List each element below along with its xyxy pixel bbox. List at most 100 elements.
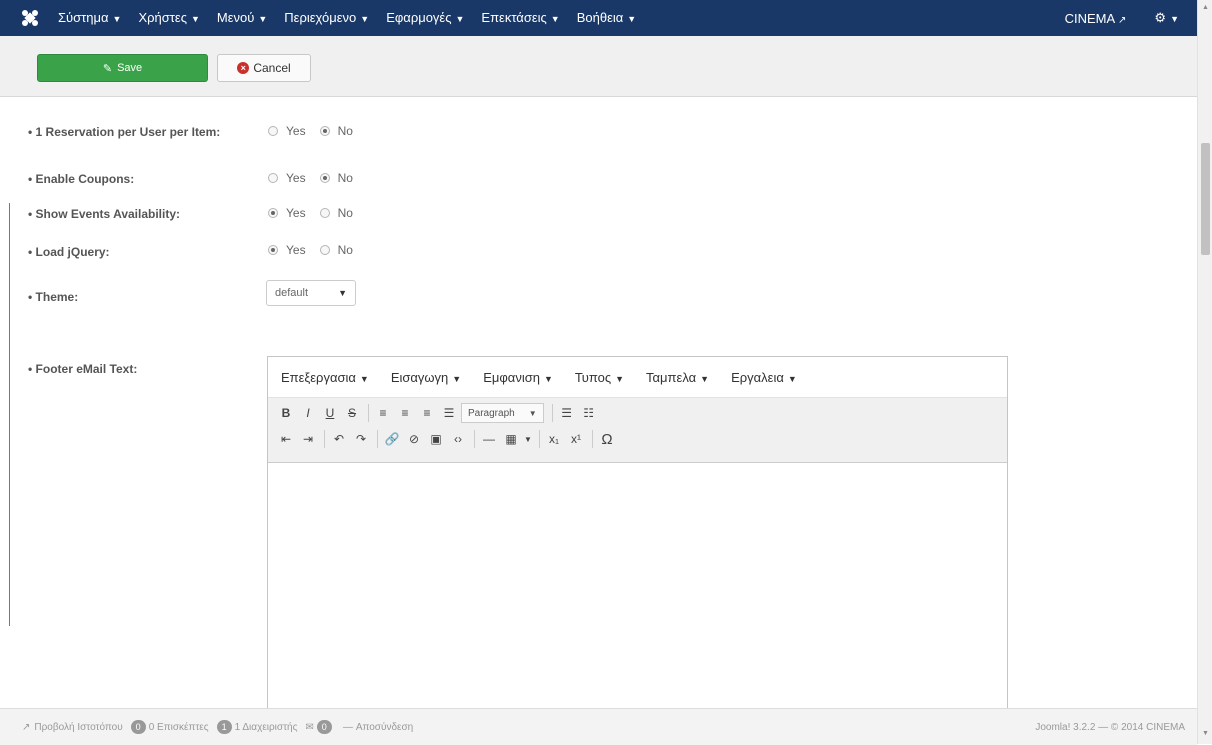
radio-yes[interactable] [268, 173, 278, 183]
admins-count: 1 1 Διαχειριστής [216, 720, 297, 734]
unlink-icon[interactable]: ⊘ [404, 429, 424, 449]
editor-content-area[interactable] [268, 463, 1007, 713]
caret-down-icon[interactable]: ▼ [523, 429, 533, 449]
redo-icon[interactable]: ↷ [351, 429, 371, 449]
version-info: Joomla! 3.2.2 — © 2014 CINEMA [1035, 721, 1185, 733]
align-justify-icon[interactable]: ☰ [439, 403, 459, 423]
visitors-count: 0 0 Επισκέπτες [130, 720, 209, 734]
image-icon[interactable]: ▣ [426, 429, 446, 449]
save-button[interactable]: ✎ Save [37, 54, 208, 82]
scroll-thumb[interactable] [1201, 143, 1210, 255]
caret-down-icon: ▼ [452, 373, 462, 384]
undo-icon[interactable]: ↶ [329, 429, 349, 449]
editor-toolbar: B I U S ≡ ≡ ≡ ☰ Paragraph ▼ ☰ ☷ ⇤ ⇥ ↶ ↷ 🔗… [268, 397, 1007, 463]
top-navbar: Σύστημα ▼ Χρήστες ▼ Μενού ▼ Περιεχόμενο ▼ Εφ… [0, 0, 1197, 36]
caret-down-icon: ▼ [550, 14, 560, 24]
subscript-icon[interactable]: x₁ [544, 429, 564, 449]
toolbar-separator [474, 430, 475, 448]
cancel-icon: × [237, 62, 250, 74]
caret-down-icon: ▼ [360, 14, 370, 24]
underline-icon[interactable]: U [320, 403, 340, 423]
site-link[interactable]: CINEMA ↗ [1065, 11, 1127, 26]
caret-down-icon: ▼ [190, 14, 200, 24]
radio-yes[interactable] [268, 208, 278, 218]
menu-content[interactable]: Περιεχόμενο ▼ [284, 0, 369, 36]
messages-link[interactable]: ✉ 0 [305, 720, 334, 734]
joomla-icon[interactable] [20, 8, 40, 28]
count-badge: 1 [216, 720, 232, 734]
caret-down-icon: ▼ [528, 408, 537, 418]
caret-down-icon: ▼ [700, 373, 710, 384]
radio-group-availability: Yes No [268, 206, 367, 220]
footer-email-editor: Επεξεργασια ▼ Εισαγωγη ▼ Εμφανιση ▼ Τυπος ▼ … [267, 356, 1008, 716]
menu-system[interactable]: Σύστημα ▼ [58, 0, 121, 36]
menu-components[interactable]: Εφαρμογές ▼ [386, 0, 464, 36]
scroll-up-icon[interactable]: ▲ [1202, 4, 1209, 11]
theme-select[interactable]: default ▼ [266, 280, 356, 306]
editor-menu-insert[interactable]: Εισαγωγη ▼ [391, 370, 461, 385]
indent-icon[interactable]: ⇥ [298, 429, 318, 449]
caret-down-icon: ▼ [455, 14, 465, 24]
caret-down-icon: ▼ [787, 373, 797, 384]
code-icon[interactable]: ‹› [448, 429, 468, 449]
toolbar-separator [592, 430, 593, 448]
count-badge: 0 [316, 720, 332, 734]
editor-menu-format[interactable]: Τυπος ▼ [575, 370, 624, 385]
radio-group-reservation: Yes No [268, 124, 367, 138]
caret-down-icon: ▼ [112, 14, 122, 24]
radio-yes[interactable] [268, 126, 278, 136]
menu-extensions[interactable]: Επεκτάσεις ▼ [481, 0, 559, 36]
align-left-icon[interactable]: ≡ [373, 403, 393, 423]
format-select[interactable]: Paragraph ▼ [461, 403, 544, 423]
editor-menu-tools[interactable]: Εργαλεια ▼ [731, 370, 797, 385]
caret-down-icon: ▼ [1170, 14, 1179, 24]
caret-down-icon: ▼ [258, 14, 268, 24]
settings-menu[interactable]: ⚙ ▼ [1154, 10, 1179, 26]
align-center-icon[interactable]: ≡ [395, 403, 415, 423]
superscript-icon[interactable]: x¹ [566, 429, 586, 449]
radio-no[interactable] [319, 208, 330, 218]
toolbar: ✎ Save × Cancel [0, 36, 1197, 97]
editor-menu-edit[interactable]: Επεξεργασια ▼ [281, 370, 369, 385]
bold-icon[interactable]: B [276, 403, 296, 423]
menu-users[interactable]: Χρήστες ▼ [138, 0, 199, 36]
table-icon[interactable]: ▦ [501, 429, 521, 449]
radio-yes[interactable] [268, 245, 278, 255]
italic-icon[interactable]: I [298, 403, 318, 423]
field-label-footer-email: • Footer eMail Text: [28, 362, 138, 376]
editor-menu-table[interactable]: Ταμπελα ▼ [646, 370, 709, 385]
bullet-list-icon[interactable]: ☰ [557, 403, 577, 423]
minus-icon: — [342, 721, 353, 733]
align-right-icon[interactable]: ≡ [417, 403, 437, 423]
horizontal-rule-icon[interactable]: — [479, 429, 499, 449]
outdent-icon[interactable]: ⇤ [276, 429, 296, 449]
cancel-button[interactable]: × Cancel [217, 54, 311, 82]
field-label-jquery: • Load jQuery: [28, 245, 110, 259]
radio-no[interactable] [319, 126, 330, 136]
edit-icon: ✎ [102, 62, 113, 75]
field-label-availability: • Show Events Availability: [28, 207, 181, 221]
scroll-down-icon[interactable]: ▼ [1202, 730, 1209, 737]
logout-link[interactable]: — Αποσύνδεση [343, 722, 413, 733]
caret-down-icon: ▼ [359, 373, 369, 384]
radio-no[interactable] [319, 245, 330, 255]
toolbar-separator [377, 430, 378, 448]
view-site-link[interactable]: ↗ Προβολή Ιστοτόπου [22, 722, 123, 733]
caret-down-icon: ▼ [543, 373, 553, 384]
field-label-reservation: • 1 Reservation per User per Item: [28, 125, 221, 139]
link-icon[interactable]: 🔗 [382, 429, 402, 449]
numbered-list-icon[interactable]: ☷ [579, 403, 599, 423]
toolbar-separator [551, 404, 553, 422]
radio-no[interactable] [319, 173, 330, 183]
editor-menu-view[interactable]: Εμφανιση ▼ [483, 370, 553, 385]
menu-menus[interactable]: Μενού ▼ [217, 0, 267, 36]
special-character-icon[interactable]: Ω [597, 429, 617, 449]
menu-help[interactable]: Βοήθεια ▼ [577, 0, 636, 36]
status-bar: ↗ Προβολή Ιστοτόπου 0 0 Επισκέπτες 1 1 Δ… [0, 708, 1197, 745]
toolbar-separator [539, 430, 540, 448]
radio-group-jquery: Yes No [268, 243, 367, 257]
toolbar-separator [368, 404, 369, 422]
scrollbar[interactable]: ▲ ▼ [1197, 0, 1212, 744]
caret-down-icon: ▼ [627, 14, 637, 24]
strikethrough-icon[interactable]: S [342, 403, 362, 423]
